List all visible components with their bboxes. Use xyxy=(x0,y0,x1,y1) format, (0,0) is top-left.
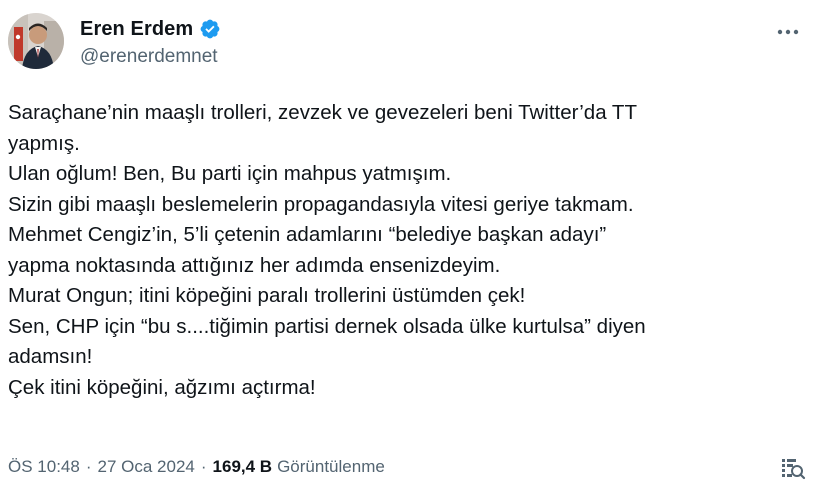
tweet-meta: ÖS 10:48 · 27 Oca 2024 · 169,4 B Görüntü… xyxy=(8,457,385,477)
tweet-line: adamsın! xyxy=(8,345,93,368)
tweet-line: Mehmet Cengiz’in, 5’li çetenin adamların… xyxy=(8,223,607,246)
verified-badge-icon xyxy=(199,18,221,40)
handle[interactable]: @erenerdemnet xyxy=(80,46,221,68)
tweet-line: Çek itini köpeğini, ağzımı açtırma! xyxy=(8,375,316,399)
tweet-date[interactable]: 27 Oca 2024 xyxy=(98,457,195,477)
tweet-line: yapmış. xyxy=(8,131,80,155)
tweet-text: Saraçhane’nin maaşlı trolleri, zevzek ve… xyxy=(8,98,798,403)
meta-separator: · xyxy=(200,457,207,476)
views-label: Görüntülenme xyxy=(277,457,385,476)
views-count: 169,4 B xyxy=(212,457,273,476)
display-name[interactable]: Eren Erdem xyxy=(80,18,193,41)
tweet-line: Murat Ongun; itini köpeğini paralı troll… xyxy=(8,284,526,307)
tweet-line: Ulan oğlum! Ben, Bu parti için mahpus ya… xyxy=(8,162,452,185)
avatar-image xyxy=(8,13,64,69)
name-row: Eren Erdem xyxy=(80,16,221,42)
tweet-time[interactable]: ÖS 10:48 xyxy=(8,457,80,477)
tweet-card: Eren Erdem @erenerdemnet Saraçhane’nin m… xyxy=(0,0,820,491)
author-block: Eren Erdem @erenerdemnet xyxy=(80,16,221,68)
avatar[interactable] xyxy=(8,13,64,69)
tweet-line: Sizin gibi maaşlı beslemelerin propagand… xyxy=(8,192,634,216)
tweet-line: yapma noktasında attığınız her adımda en… xyxy=(8,253,501,277)
meta-separator: · xyxy=(85,457,92,476)
analytics-icon[interactable] xyxy=(778,455,806,483)
tweet-line: Saraçhane’nin maaşlı trolleri, zevzek ve… xyxy=(8,101,637,124)
more-icon[interactable] xyxy=(776,20,800,44)
tweet-line: Sen, CHP için “bu s....tiğimin partisi d… xyxy=(8,314,646,338)
